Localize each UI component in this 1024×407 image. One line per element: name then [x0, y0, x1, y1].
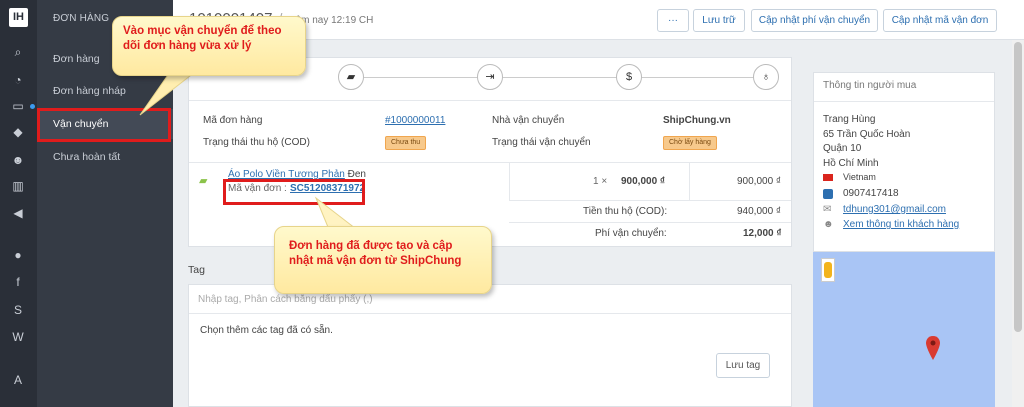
divider [509, 222, 791, 223]
view-customer-link[interactable]: Xem thông tin khách hàng [843, 219, 959, 230]
progress-line [364, 77, 764, 78]
truck-icon: ▰ [338, 64, 364, 90]
unit-price: 900,000 ₫ [621, 176, 666, 187]
shipping-fee-value: 12,000 ₫ [743, 228, 782, 239]
quantity: 1 × [593, 176, 608, 187]
cash-icon: $ [616, 64, 642, 90]
map[interactable] [813, 252, 995, 407]
inbox-icon[interactable]: ▭ [10, 98, 26, 114]
carrier-value: ShipChung.vn [663, 115, 731, 126]
search-icon[interactable]: ⌕ [10, 44, 26, 60]
person-icon: ☻ [823, 219, 834, 230]
buyer-title: Thông tin người mua [823, 80, 917, 91]
buyer-email-link[interactable]: tdhung301@gmail.com [843, 204, 946, 215]
map-pin-icon [926, 336, 940, 360]
buyer-country: Vietnam [843, 172, 876, 182]
buyer-name: Trang Hùng [823, 114, 876, 125]
chart-icon[interactable]: ▥ [10, 178, 26, 194]
save-tag-button[interactable]: Lưu tag [716, 353, 770, 378]
archive-button[interactable]: Lưu trữ [693, 9, 745, 32]
divider [509, 200, 791, 201]
divider [189, 162, 791, 163]
order-code-link[interactable]: #1000000011 [385, 115, 445, 126]
delivery-icon: ⇥ [477, 64, 503, 90]
megaphone-icon[interactable]: ◀ [10, 205, 26, 221]
tag-hint: Chọn thêm các tag đã có sẵn. [200, 325, 333, 336]
shipping-status-badge: Chờ lấy hàng [663, 136, 717, 150]
divider [814, 101, 994, 102]
email-icon: ✉ [823, 204, 832, 215]
carrier-label: Nhà vận chuyển [492, 115, 565, 126]
divider [189, 100, 791, 101]
scrollbar-thumb[interactable] [1014, 42, 1022, 332]
s-icon[interactable]: S [10, 302, 26, 318]
brand-icon[interactable]: A [10, 372, 26, 388]
tag-section-title: Tag [188, 264, 205, 276]
cod-total-value: 940,000 ₫ [737, 206, 782, 217]
line-total: 900,000 ₫ [737, 176, 782, 187]
cod-status-label: Trạng thái thu hộ (COD) [203, 137, 310, 148]
buyer-city: Hồ Chí Minh [823, 158, 879, 169]
divider [189, 313, 791, 314]
tag-icon[interactable]: ◆ [10, 124, 26, 140]
dashboard-icon[interactable]: ◔ [10, 72, 26, 88]
nav-item-incomplete[interactable]: Chưa hoàn tất [37, 142, 173, 172]
more-button[interactable]: ··· [657, 9, 689, 32]
column-divider [689, 162, 690, 200]
users-icon[interactable]: ☻ [10, 152, 26, 168]
vietnam-flag-icon [823, 174, 833, 181]
facebook-icon[interactable]: f [10, 274, 26, 290]
phone-icon [823, 189, 833, 199]
shipping-fee-label: Phí vận chuyển: [595, 228, 667, 239]
shipping-truck-icon: ▰ [199, 175, 208, 187]
money-bag-icon: ♁ [753, 64, 779, 90]
globe-icon[interactable]: ● [10, 247, 26, 263]
street-view-icon[interactable] [821, 258, 835, 282]
w-icon[interactable]: W [10, 329, 26, 345]
section-title: ĐƠN HÀNG [53, 13, 110, 24]
column-divider [509, 162, 510, 200]
buyer-address1: 65 Trần Quốc Hoàn [823, 129, 911, 140]
buyer-address2: Quận 10 [823, 143, 862, 154]
update-tracking-code-button[interactable]: Cập nhật mã vận đơn [883, 9, 997, 32]
tag-input[interactable]: Nhập tag, Phân cách bằng dấu phẩy (,) [198, 294, 373, 305]
buyer-phone: 0907417418 [843, 188, 899, 199]
shipping-status-label: Trạng thái vận chuyển [492, 137, 591, 148]
callout-top: Vào mục vận chuyển để theo dõi đơn hàng … [112, 16, 306, 76]
order-code-label: Mã đơn hàng [203, 115, 263, 126]
update-shipping-fee-button[interactable]: Cập nhật phí vận chuyển [751, 9, 878, 32]
logo[interactable]: IH [9, 8, 28, 27]
cod-status-badge: Chưa thu [385, 136, 427, 150]
cod-total-label: Tiền thu hộ (COD): [583, 206, 668, 217]
active-dot [30, 104, 35, 109]
icon-rail: IH ⌕ ◔ ▭ ◆ ☻ ▥ ◀ ● f S W A [0, 0, 37, 407]
scrollbar[interactable] [1012, 40, 1024, 407]
callout-pointer-top [139, 71, 197, 116]
callout-bottom: Đơn hàng đã được tạo và cập nhật mã vận … [274, 226, 492, 294]
